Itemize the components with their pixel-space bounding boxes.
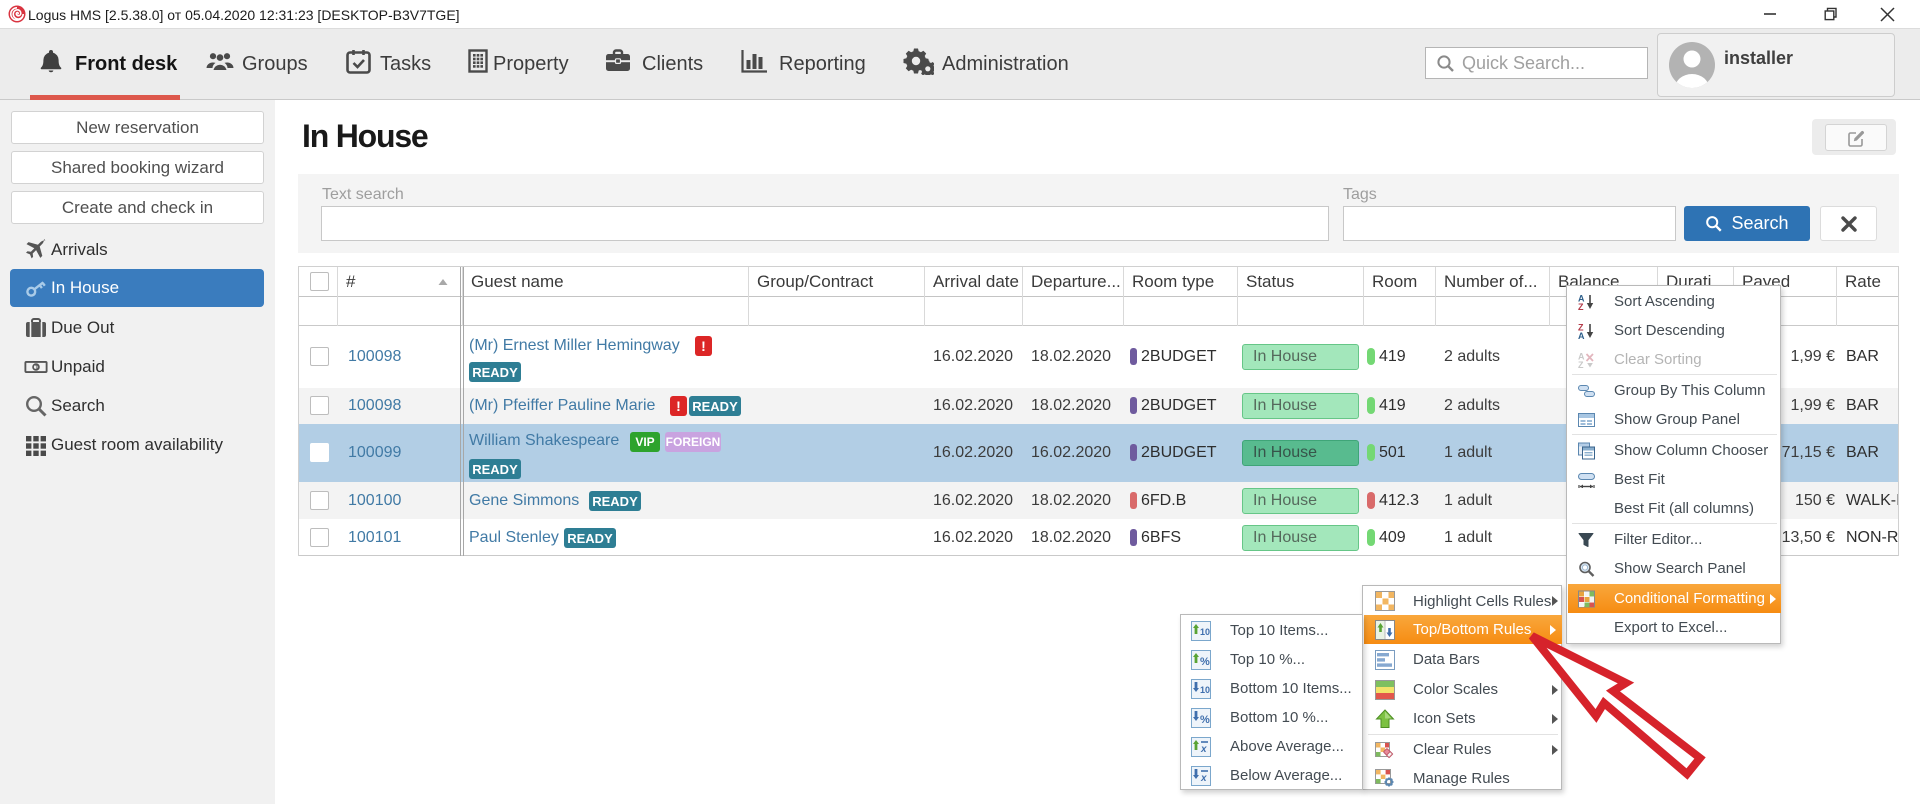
svg-text:1: 1 <box>35 363 39 372</box>
svg-text:Z: Z <box>1578 360 1584 368</box>
svg-text:10: 10 <box>1200 685 1210 695</box>
svg-text:x: x <box>1200 773 1207 784</box>
svg-text:Z: Z <box>1578 302 1584 310</box>
svg-text:%: % <box>1200 714 1210 726</box>
svg-text:%: % <box>1200 656 1210 668</box>
svg-text:x: x <box>1200 744 1207 755</box>
svg-text:A: A <box>1578 331 1585 339</box>
svg-text:10: 10 <box>1200 627 1210 637</box>
